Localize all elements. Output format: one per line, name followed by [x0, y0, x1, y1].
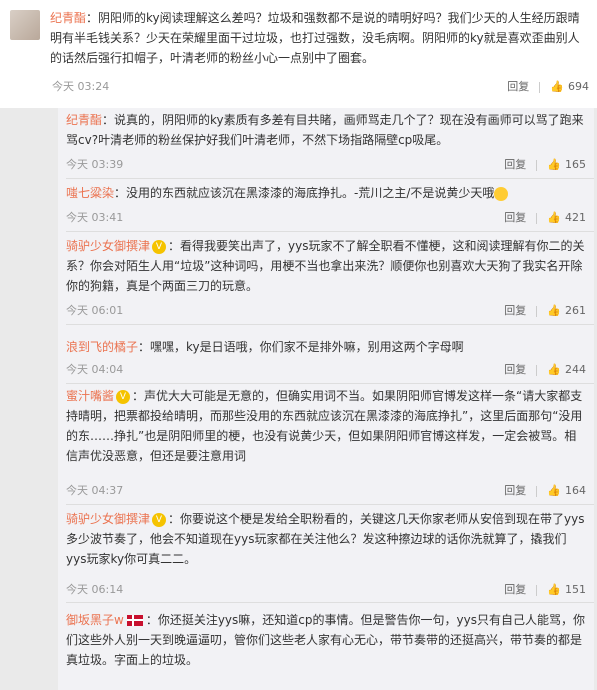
- divider: [536, 212, 538, 224]
- comment-meta: 今天 03:24 回复 👍 694: [0, 78, 597, 100]
- thumb-up-icon: 👍: [547, 583, 561, 596]
- divider: [66, 231, 594, 232]
- reply-button[interactable]: 回复: [504, 209, 526, 225]
- reply-button[interactable]: 回复: [504, 302, 526, 318]
- reply-author[interactable]: 浪到飞的橘子: [66, 340, 138, 354]
- reply-time: 今天 03:39: [66, 158, 124, 171]
- reply-author[interactable]: 骑驴少女御撰津: [66, 239, 150, 253]
- divider: [66, 324, 594, 325]
- reply-time: 今天 04:37: [66, 484, 124, 497]
- like-count: 165: [565, 158, 586, 171]
- reply-body: ：声优大大可能是无意的，但确实用词不当。如果阴阳师官博发这样一条“请大家都支持晴…: [66, 389, 583, 463]
- reply-button[interactable]: 回复: [504, 361, 526, 377]
- vip-badge-icon: V: [152, 512, 167, 527]
- like-count: 151: [565, 583, 586, 596]
- reply-actions: 回复 👍 165: [504, 156, 586, 172]
- reply-actions: 回复 👍 244: [504, 361, 586, 377]
- divider: [66, 178, 594, 179]
- thumb-up-icon: 👍: [547, 304, 561, 317]
- reply-text: 嗤七粱染：没用的东西就应该沉在黑漆漆的海底挣扎。-荒川之主/不是说黄少天哦: [66, 183, 586, 203]
- reply-body: ：没用的东西就应该沉在黑漆漆的海底挣扎。-荒川之主/不是说黄少天哦: [114, 186, 495, 200]
- reply-author[interactable]: 蜜汁嘴酱: [66, 389, 114, 403]
- comment-text: 纪青酯：阴阳师的ky阅读理解这么差吗？垃圾和强数都不是说的晴明好吗？我们少天的人…: [50, 8, 590, 68]
- reply-text: 御坂黑子w ：你还挺关注yys嘛，还知道cp的事情。但是警告你一句，yys只有自己…: [66, 610, 586, 670]
- like-button[interactable]: 👍 694: [550, 80, 589, 93]
- thumb-up-icon: 👍: [550, 80, 564, 93]
- avatar[interactable]: [10, 10, 40, 40]
- reply-time: 今天 06:01: [66, 304, 124, 317]
- reply-actions: 回复 👍 421: [504, 209, 586, 225]
- vip-badge-icon: V: [152, 239, 167, 254]
- reply-actions: 回复 👍 151: [504, 581, 586, 597]
- reply-author[interactable]: 骑驴少女御撰津: [66, 512, 150, 526]
- comment-body: ：阴阳师的ky阅读理解这么差吗？垃圾和强数都不是说的晴明好吗？我们少天的人生经历…: [50, 11, 580, 65]
- like-count: 421: [565, 211, 586, 224]
- divider: [66, 602, 594, 603]
- divider: [536, 584, 538, 596]
- thumb-up-icon: 👍: [547, 363, 561, 376]
- like-button[interactable]: 👍 261: [547, 304, 586, 317]
- reply-text: 骑驴少女御撰津 V ：看得我要笑出声了，yys玩家不了解全职看不懂梗，这和阅读理解有…: [66, 236, 586, 296]
- like-button[interactable]: 👍 421: [547, 211, 586, 224]
- reply-body: ：说真的，阴阳师的ky素质有多差有目共睹，画师骂走几个了？现在没有画师可以骂了跑…: [66, 113, 584, 147]
- like-button[interactable]: 👍 164: [547, 484, 586, 497]
- reply-body: ：你还挺关注yys嘛，还知道cp的事情。但是警告你一句，yys只有自己人能骂，你…: [66, 613, 585, 667]
- divider: [536, 305, 538, 317]
- reply-meta: 今天 04:37 回复 👍 164: [66, 482, 586, 502]
- main-comment: 纪青酯：阴阳师的ky阅读理解这么差吗？垃圾和强数都不是说的晴明好吗？我们少天的人…: [0, 0, 597, 108]
- like-count: 694: [568, 80, 589, 93]
- thumb-up-icon: 👍: [547, 211, 561, 224]
- reply-meta: 今天 03:39 回复 👍 165: [66, 156, 586, 176]
- smiley-emoji-icon: [494, 186, 509, 201]
- reply-time: 今天 06:14: [66, 583, 124, 596]
- flag-icon: [126, 615, 143, 626]
- comment-time: 今天 03:24: [52, 80, 110, 93]
- reply-button[interactable]: 回复: [507, 78, 529, 94]
- reply-text: 蜜汁嘴酱 V ：声优大大可能是无意的，但确实用词不当。如果阴阳师官博发这样一条“请大…: [66, 386, 586, 466]
- reply-meta: 今天 04:04 回复 👍 244: [66, 361, 586, 381]
- reply-button[interactable]: 回复: [504, 156, 526, 172]
- reply-time: 今天 04:04: [66, 363, 124, 376]
- reply-author[interactable]: 御坂黑子w: [66, 613, 124, 627]
- divider: [66, 383, 594, 384]
- reply-text: 浪到飞的橘子：嘿嘿，ky是日语哦，你们家不是排外嘛，别用这两个字母啊: [66, 337, 586, 357]
- reply-actions: 回复 👍 164: [504, 482, 586, 498]
- reply-text: 骑驴少女御撰津 V ：你要说这个梗是发给全职粉看的，关键这几天你家老师从安倍到现在带…: [66, 509, 586, 569]
- divider: [536, 159, 538, 171]
- like-count: 244: [565, 363, 586, 376]
- divider: [536, 364, 538, 376]
- like-button[interactable]: 👍 151: [547, 583, 586, 596]
- like-button[interactable]: 👍 244: [547, 363, 586, 376]
- reply-time: 今天 03:41: [66, 211, 124, 224]
- thumb-up-icon: 👍: [547, 484, 561, 497]
- vip-badge-icon: V: [116, 389, 131, 404]
- reply-actions: 回复 👍 261: [504, 302, 586, 318]
- divider: [66, 504, 594, 505]
- like-count: 164: [565, 484, 586, 497]
- reply-author[interactable]: 嗤七粱染: [66, 186, 114, 200]
- divider: [536, 485, 538, 497]
- reply-author[interactable]: 纪青酯: [66, 113, 102, 127]
- comment-author[interactable]: 纪青酯: [50, 11, 86, 25]
- like-count: 261: [565, 304, 586, 317]
- thumb-up-icon: 👍: [547, 158, 561, 171]
- reply-meta: 今天 03:41 回复 👍 421: [66, 209, 586, 229]
- reply-meta: 今天 06:14 回复 👍 151: [66, 581, 586, 601]
- reply-text: 纪青酯：说真的，阴阳师的ky素质有多差有目共睹，画师骂走几个了？现在没有画师可以…: [66, 110, 586, 150]
- reply-button[interactable]: 回复: [504, 482, 526, 498]
- divider: [539, 81, 541, 93]
- reply-list: 纪青酯：说真的，阴阳师的ky素质有多差有目共睹，画师骂走几个了？现在没有画师可以…: [58, 108, 594, 690]
- like-button[interactable]: 👍 165: [547, 158, 586, 171]
- reply-button[interactable]: 回复: [504, 581, 526, 597]
- reply-body: ：嘿嘿，ky是日语哦，你们家不是排外嘛，别用这两个字母啊: [138, 340, 464, 354]
- reply-meta: 今天 06:01 回复 👍 261: [66, 302, 586, 322]
- comment-actions: 回复 👍 694: [507, 78, 589, 94]
